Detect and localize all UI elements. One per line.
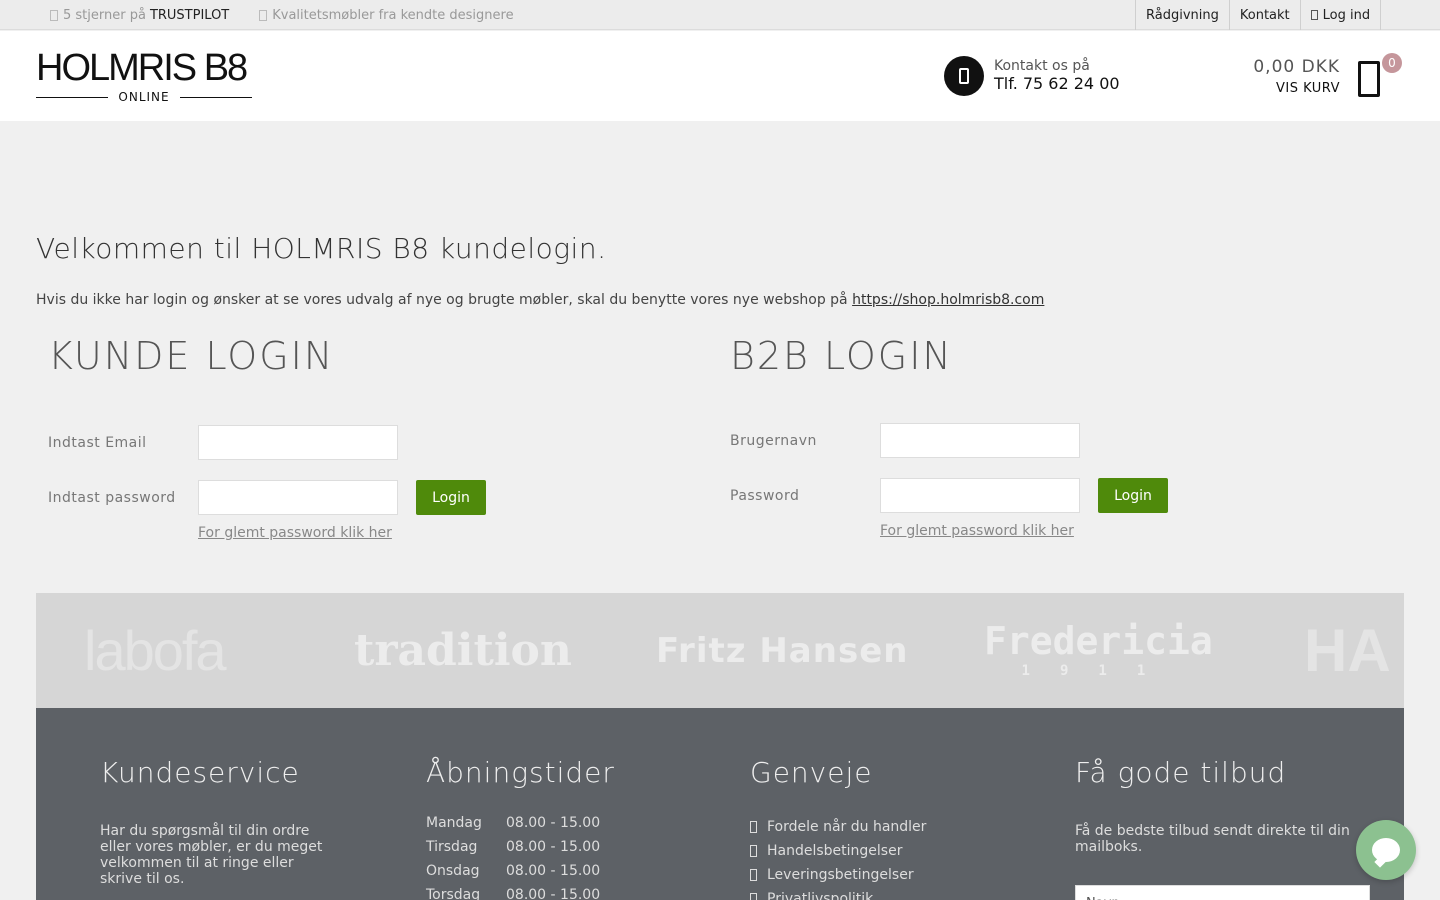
footer-newsletter: Få gode tilbud Få de bedste tilbud sendt…	[1075, 753, 1370, 900]
holmris-logo[interactable]: HOLMRIS B8 ONLINE	[36, 47, 252, 104]
genveje-link-handelsbetingelser[interactable]: Handelsbetingelser	[750, 839, 926, 863]
username-row: Brugernavn	[730, 423, 1080, 458]
chevron-right-icon	[750, 821, 757, 833]
lock-icon	[1310, 10, 1318, 20]
brand-fredericia: Fredericia 1911	[984, 593, 1213, 708]
footer-genveje: Genveje Fordele når du handler Handelsbe…	[750, 753, 926, 900]
kundeservice-title: Kundeservice	[100, 756, 300, 789]
top-utility-bar: 5 stjerner på TRUSTPILOT Kvalitetsmøbler…	[0, 0, 1440, 30]
phone-icon	[944, 56, 984, 96]
brand-tradition: tradition	[354, 625, 572, 676]
login-link-label: Log ind	[1322, 7, 1371, 23]
page-title: Velkommen til HOLMRIS B8 kundelogin.	[36, 232, 607, 265]
shopping-bag-icon	[1358, 61, 1380, 97]
fredericia-name: Fredericia	[984, 618, 1213, 663]
trust-prefix: 5 stjerner på	[63, 7, 146, 23]
brand-fritz-hansen: Fritz Hansen	[656, 630, 909, 671]
email-label: Indtast Email	[48, 434, 147, 451]
password-label: Indtast password	[48, 489, 176, 506]
newsletter-name-input[interactable]: Navn	[1075, 885, 1370, 900]
b2b-login-button[interactable]: Login	[1098, 478, 1168, 513]
cart-count-badge: 0	[1382, 53, 1402, 73]
hours-row: Tirsdag 08.00 - 15.00	[426, 839, 601, 855]
kunde-login-section: KUNDE LOGIN Indtast Email Indtast passwo…	[48, 330, 608, 560]
cart-widget[interactable]: 0,00 DKK VIS KURV 0	[1240, 53, 1410, 105]
chevron-right-icon	[750, 869, 757, 881]
footer-hours: Åbningstider Mandag 08.00 - 15.00 Tirsdag…	[426, 753, 615, 900]
logo-main: HOLMRIS	[36, 47, 197, 89]
b2b-login-title: B2B LOGIN	[730, 334, 953, 378]
chevron-right-icon	[750, 893, 757, 900]
chat-button[interactable]	[1356, 820, 1416, 880]
intro-text: Hvis du ikke har login og ønsker at se v…	[36, 292, 1044, 308]
brand-logo-strip: labofa tradition Fritz Hansen Fredericia…	[36, 593, 1404, 708]
username-input[interactable]	[880, 423, 1080, 458]
site-footer: Kundeservice Har du spørgsmål til din or…	[36, 708, 1404, 900]
genveje-title: Genveje	[750, 756, 873, 789]
logo-b8: B8	[203, 47, 249, 89]
footer-kundeservice: Kundeservice Har du spørgsmål til din or…	[100, 753, 340, 887]
hours-row: Torsdag 08.00 - 15.00	[426, 887, 601, 900]
hours-row: Onsdag 08.00 - 15.00	[426, 863, 601, 879]
header-contact[interactable]: Kontakt os på Tlf. 75 62 24 00	[944, 56, 1120, 96]
b2b-password-input[interactable]	[880, 478, 1080, 513]
quality-text: Kvalitetsmøbler fra kendte designere	[272, 7, 514, 23]
trustpilot-link[interactable]: 5 stjerner på TRUSTPILOT	[50, 8, 229, 23]
check-icon	[259, 9, 268, 21]
contact-line1: Kontakt os på	[994, 58, 1090, 74]
genveje-link-fordele[interactable]: Fordele når du handler	[750, 815, 926, 839]
topbar-link-radgivning[interactable]: Rådgivning	[1135, 0, 1229, 30]
logo-sub: ONLINE	[36, 90, 252, 104]
topbar-links: Rådgivning Kontakt Log ind	[1135, 0, 1382, 30]
contact-phone: Tlf. 75 62 24 00	[994, 74, 1120, 93]
tilbud-title: Få gode tilbud	[1075, 756, 1287, 789]
star-icon	[50, 9, 58, 21]
logo-wordmark: HOLMRIS B8	[36, 47, 252, 89]
password-row: Indtast password	[48, 480, 398, 515]
genveje-list: Fordele når du handler Handelsbetingelse…	[750, 815, 926, 900]
chat-bubble-icon	[1372, 838, 1400, 862]
hours-row: Mandag 08.00 - 15.00	[426, 815, 601, 831]
b2b-password-label: Password	[730, 487, 800, 504]
genveje-link-leveringsbetingelser[interactable]: Leveringsbetingelser	[750, 863, 926, 887]
chevron-right-icon	[750, 845, 757, 857]
kunde-forgot-password-link[interactable]: For glemt password klik her	[198, 525, 392, 541]
brand-labofa: labofa	[84, 619, 227, 682]
brand-hay: HA	[1304, 617, 1391, 684]
username-label: Brugernavn	[730, 432, 817, 449]
tilbud-text: Få de bedste tilbud sendt direkte til di…	[1075, 823, 1350, 855]
topbar-usp: 5 stjerner på TRUSTPILOT Kvalitetsmøbler…	[50, 0, 544, 30]
fredericia-year: 1911	[1021, 662, 1176, 679]
kunde-login-title: KUNDE LOGIN	[48, 334, 335, 378]
hours-list: Mandag 08.00 - 15.00 Tirsdag 08.00 - 15.00…	[426, 815, 615, 900]
kundeservice-text: Har du spørgsmål til din ordre eller vor…	[100, 823, 323, 887]
cart-label: VIS KURV	[1275, 81, 1340, 96]
topbar-link-login[interactable]: Log ind	[1299, 0, 1382, 30]
b2b-password-row: Password	[730, 478, 1080, 513]
intro-body: Hvis du ikke har login og ønsker at se v…	[36, 292, 848, 308]
webshop-link[interactable]: https://shop.holmrisb8.com	[852, 292, 1044, 308]
password-input[interactable]	[198, 480, 398, 515]
topbar-link-kontakt[interactable]: Kontakt	[1228, 0, 1300, 30]
quality-usp: Kvalitetsmøbler fra kendte designere	[259, 7, 514, 23]
cart-amount: 0,00 DKK	[1253, 57, 1340, 77]
b2b-forgot-password-link[interactable]: For glemt password klik her	[880, 523, 1074, 539]
hours-title: Åbningstider	[426, 756, 615, 789]
genveje-link-privatlivspolitik[interactable]: Privatlivspolitik	[750, 887, 926, 900]
site-header: HOLMRIS B8 ONLINE Kontakt os på Tlf. 75 …	[0, 31, 1440, 121]
kunde-login-button[interactable]: Login	[416, 480, 486, 515]
email-row: Indtast Email	[48, 425, 398, 460]
trustpilot-brand: TRUSTPILOT	[149, 7, 230, 23]
b2b-login-section: B2B LOGIN Brugernavn Password Login For …	[730, 330, 1290, 560]
email-input[interactable]	[198, 425, 398, 460]
